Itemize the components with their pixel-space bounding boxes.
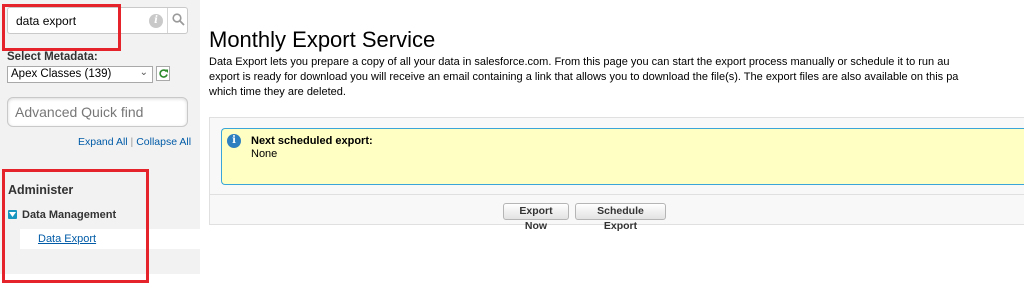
metadata-select[interactable]: Apex Classes (139) ⌄ — [7, 66, 153, 83]
highlight-search-box — [2, 4, 121, 51]
info-icon[interactable]: i — [149, 14, 163, 28]
search-button[interactable] — [167, 8, 189, 33]
info-circle-icon: i — [227, 134, 241, 148]
chevron-down-icon: ⌄ — [139, 67, 148, 78]
refresh-icon — [159, 69, 168, 78]
next-export-value: None — [251, 148, 278, 160]
next-export-title: Next scheduled export: — [251, 135, 373, 147]
advanced-quick-find-input[interactable]: Advanced Quick find — [7, 97, 188, 127]
search-icon — [172, 13, 185, 26]
expand-all-link[interactable]: Expand All — [78, 136, 128, 148]
metadata-select-value: Apex Classes (139) — [11, 68, 112, 80]
next-export-info-box: i Next scheduled export: None — [221, 128, 1024, 185]
advanced-quick-find-placeholder: Advanced Quick find — [15, 104, 144, 120]
highlight-administer-section — [2, 169, 149, 283]
expand-collapse-links: Expand All | Collapse All — [78, 136, 191, 148]
export-now-button[interactable]: Export Now — [503, 203, 569, 232]
refresh-button[interactable] — [156, 66, 170, 81]
schedule-export-button[interactable]: Schedule Export — [575, 203, 666, 232]
page-title: Monthly Export Service — [209, 26, 436, 52]
button-row-divider — [210, 194, 1024, 195]
select-metadata-label: Select Metadata: — [7, 51, 98, 63]
description-line: Data Export lets you prepare a copy of a… — [209, 56, 950, 68]
collapse-all-link[interactable]: Collapse All — [136, 136, 191, 148]
description-line: which time they are deleted. — [209, 86, 346, 98]
link-separator: | — [130, 136, 134, 148]
description-line: export is ready for download you will re… — [209, 71, 959, 83]
export-panel: i Next scheduled export: None Export Now… — [209, 117, 1024, 232]
page-description: Data Export lets you prepare a copy of a… — [209, 55, 1024, 99]
